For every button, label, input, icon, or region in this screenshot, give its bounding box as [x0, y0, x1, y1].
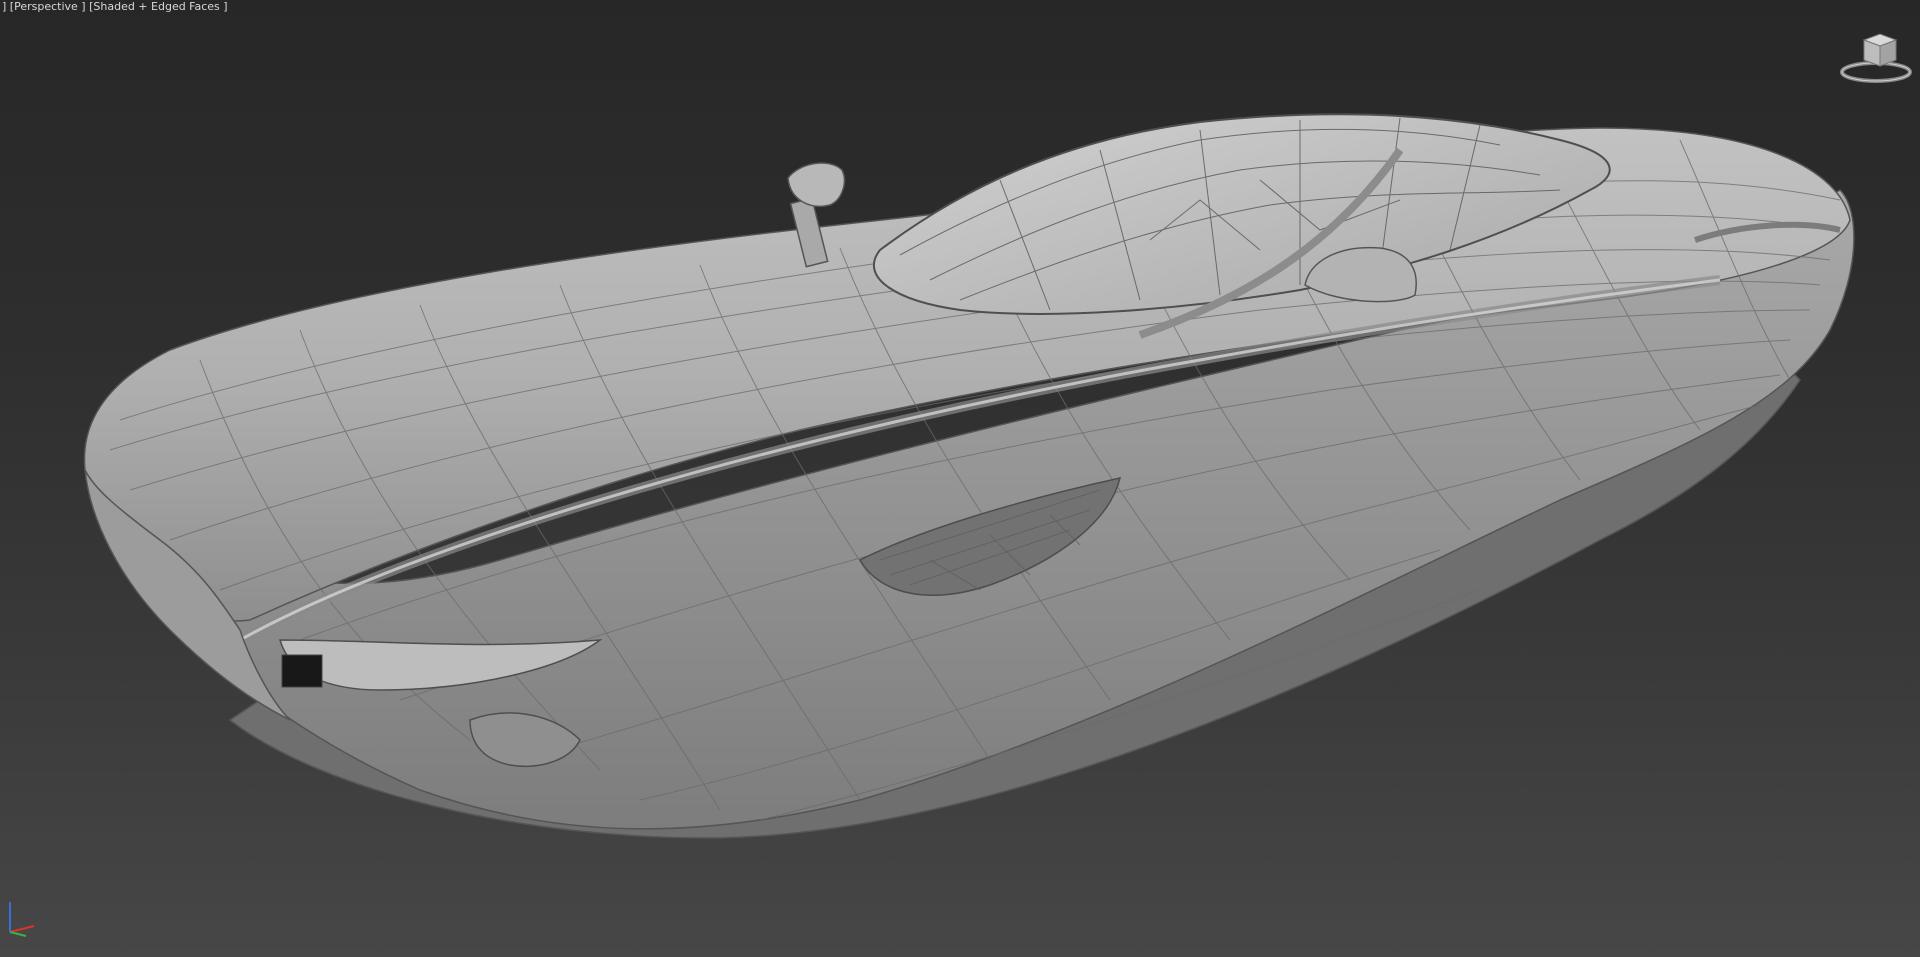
car-model[interactable] [0, 0, 1920, 957]
axis-tripod-icon [4, 896, 44, 940]
label-bracket: ] [2, 0, 10, 13]
viewport-label-bar: ] [Perspective ] [Shaded + Edged Faces ] [2, 0, 228, 14]
perspective-viewport[interactable]: ] [Perspective ] [Shaded + Edged Faces ] [0, 0, 1920, 957]
side-mirror-left [787, 162, 846, 207]
axis-y [9, 931, 27, 937]
view-label-perspective[interactable]: [Perspective ] [10, 0, 86, 13]
headlight-recess [281, 654, 323, 688]
viewcube-icon[interactable] [1836, 28, 1916, 88]
shading-label[interactable]: [Shaded + Edged Faces ] [89, 0, 227, 13]
axis-x [9, 925, 35, 933]
